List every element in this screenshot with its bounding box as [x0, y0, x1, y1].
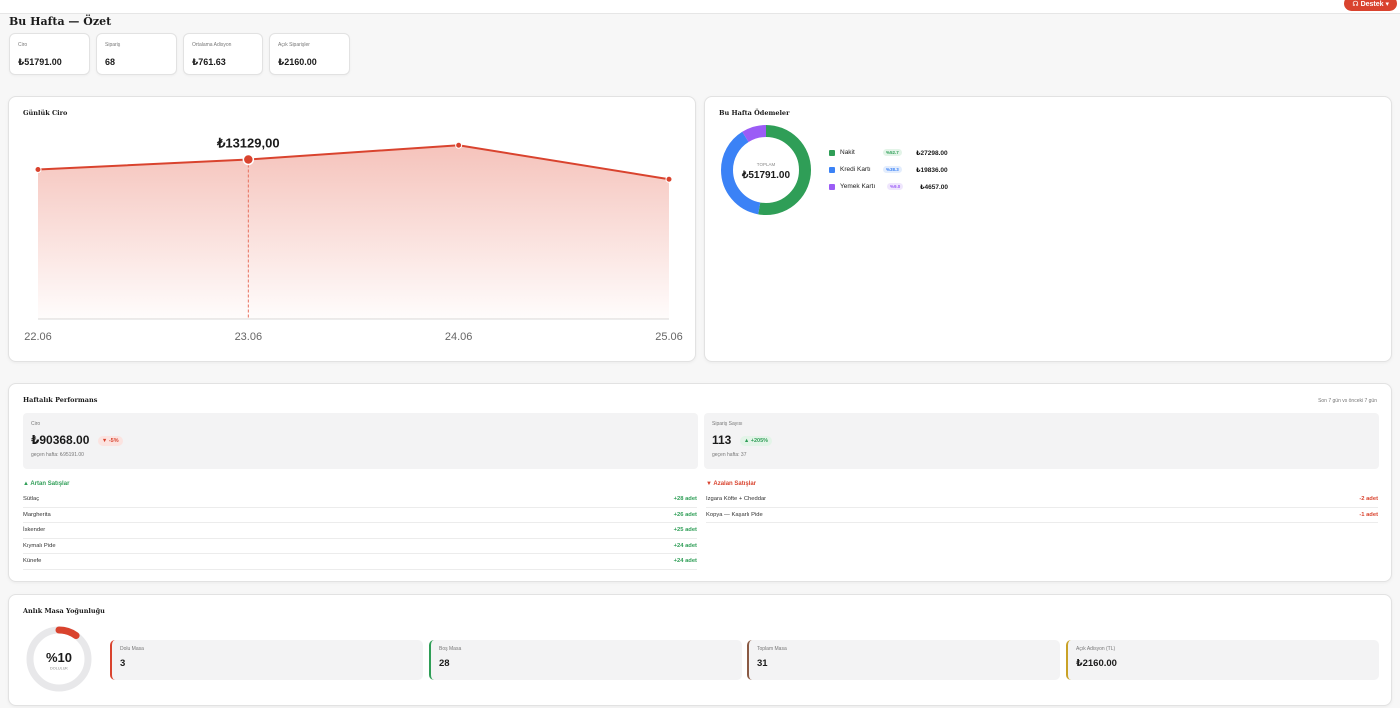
- falling-sales-heading: ▼ Azalan Satışlar: [706, 481, 757, 487]
- legend-item-cash: Nakit %52.7 ₺27298.00: [829, 149, 959, 159]
- list-item: Kopya — Kaşarlı Pide -1 adet: [706, 508, 1378, 523]
- empty-tables-box: Boş Masa 28: [429, 640, 742, 680]
- list-item: Kıymalı Pide +24 adet: [23, 539, 697, 554]
- list-item: Izgara Köfte + Cheddar -2 adet: [706, 492, 1378, 508]
- x-tick-label: 22.06: [24, 331, 52, 343]
- top-bar: [0, 0, 1400, 14]
- occupancy-gauge: %10 DOLULUK: [26, 626, 92, 692]
- weekly-performance-title: Haftalık Performans: [23, 396, 98, 404]
- kpi-card-orders: Sipariş 68: [96, 33, 177, 75]
- table-occupancy-title: Anlık Masa Yoğunluğu: [23, 607, 105, 615]
- headset-icon: ☊: [1352, 1, 1359, 8]
- x-tick-label: 23.06: [235, 331, 263, 343]
- payments-donut-chart: TOPLAM ₺51791.00: [721, 125, 811, 215]
- revenue-change-badge: ▼ -5%: [97, 436, 123, 446]
- x-tick-label: 25.06: [655, 331, 683, 343]
- legend-swatch: [829, 150, 835, 156]
- page-title: Bu Hafta — Özet: [9, 15, 112, 28]
- gauge-percent: %10: [46, 650, 72, 665]
- falling-sales-list: Izgara Köfte + Cheddar -2 adet Kopya — Ka…: [706, 492, 1378, 523]
- kpi-card-average-ticket: Ortalama Adisyon ₺761.63: [183, 33, 263, 75]
- kpi-card-open-orders: Açık Siparişler ₺2160.00: [269, 33, 350, 75]
- legend-swatch: [829, 167, 835, 173]
- perf-revenue-box: Ciro ₺90368.00 ▼ -5% geçen hafta: ₺95191…: [23, 413, 698, 469]
- list-item: Margherita +26 adet: [23, 508, 697, 523]
- list-item: Künefe +24 adet: [23, 554, 697, 570]
- gauge-sub-label: DOLULUK: [50, 667, 68, 671]
- occupied-tables-box: Dolu Masa 3: [110, 640, 423, 680]
- hover-tooltip-value: ₺13129,00: [216, 135, 280, 150]
- daily-revenue-chart: 22.06 23.06 24.06 25.06 ₺13129,00: [24, 135, 683, 343]
- table-occupancy-card: Anlık Masa Yoğunluğu %10 DOLULUK Dolu Ma…: [8, 594, 1392, 706]
- total-tables-box: Toplam Masa 31: [747, 640, 1060, 680]
- kpi-card-revenue: Ciro ₺51791.00: [9, 33, 90, 75]
- rising-sales-list: Sütlaç +28 adet Margherita +26 adet İskend…: [23, 492, 697, 570]
- orders-change-badge: ▲ +205%: [739, 436, 773, 446]
- weekly-performance-card: Haftalık Performans Son 7 gün vs önceki …: [8, 383, 1392, 582]
- data-point-25.06[interactable]: [665, 175, 673, 183]
- list-item: Sütlaç +28 adet: [23, 492, 697, 508]
- weekly-performance-subtitle: Son 7 gün vs önceki 7 gün: [1318, 398, 1377, 404]
- area-fill: [38, 145, 669, 319]
- legend-item-meal-card: Yemek Kartı %9.0 ₺4657.00: [829, 183, 959, 193]
- chevron-down-icon: ▾: [1385, 1, 1389, 8]
- support-button[interactable]: ☊ Destek ▾: [1344, 0, 1397, 11]
- rising-sales-heading: ▲ Artan Satışlar: [23, 481, 70, 487]
- donut-center-label: TOPLAM: [757, 162, 776, 167]
- data-point-24.06[interactable]: [455, 141, 463, 149]
- donut-center-value: ₺51791.00: [741, 170, 791, 181]
- legend-swatch: [829, 184, 835, 190]
- payments-title: Bu Hafta Ödemeler: [719, 109, 790, 117]
- payments-card: Bu Hafta Ödemeler TOPLAM ₺51791.00 Nakit…: [704, 96, 1392, 362]
- x-tick-label: 24.06: [445, 331, 473, 343]
- data-point-22.06[interactable]: [34, 166, 42, 174]
- data-point-23.06[interactable]: [242, 153, 255, 166]
- open-bill-box: Açık Adisyon (TL) ₺2160.00: [1066, 640, 1379, 680]
- list-item: İskender +25 adet: [23, 523, 697, 539]
- daily-revenue-card: Günlük Ciro 22.06 23.06 24.06 25.06 ₺13129,…: [8, 96, 696, 362]
- perf-orders-box: Sipariş Sayısı 113 ▲ +205% geçen hafta: …: [704, 413, 1379, 469]
- legend-item-credit-card: Kredi Kartı %38.3 ₺19836.00: [829, 166, 959, 176]
